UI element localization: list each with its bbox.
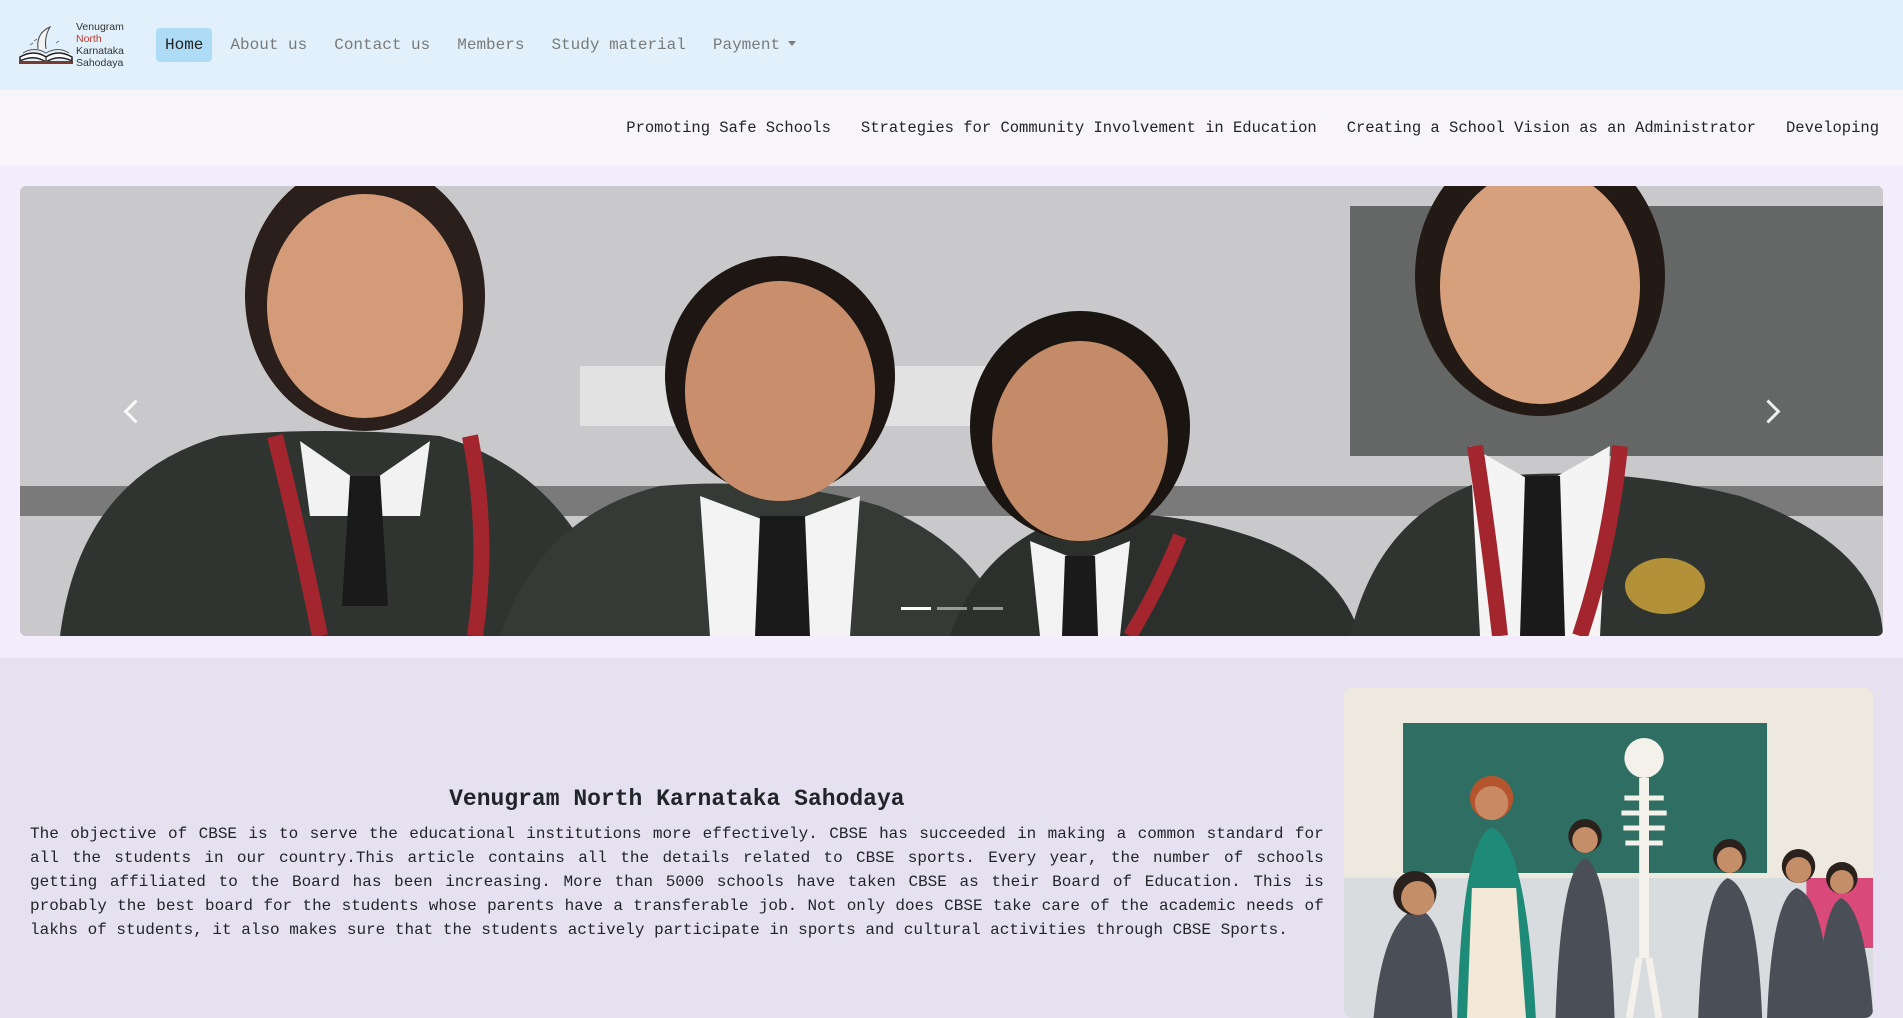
classroom-photo-placeholder <box>1343 688 1873 1018</box>
brand-line-2: North <box>76 33 102 45</box>
page-title: Venugram North Karnataka Sahodaya <box>449 786 905 812</box>
nav-study-material[interactable]: Study material <box>542 28 694 62</box>
secondary-navbar: Promoting Safe Schools Strategies for Co… <box>0 90 1903 166</box>
hero-section <box>0 166 1903 658</box>
brand-line-1: Venugram <box>76 21 124 33</box>
nav-members[interactable]: Members <box>448 28 533 62</box>
carousel-slide-students-photo <box>20 186 1883 636</box>
main-content: Venugram North Karnataka Sahodaya The ob… <box>0 658 1903 1018</box>
nav-home[interactable]: Home <box>156 28 213 62</box>
classroom-photo <box>1343 688 1873 1018</box>
top-navbar: Venugram North Karnataka Sahodaya Home A… <box>0 0 1903 90</box>
students-photo-placeholder <box>20 186 1883 636</box>
chevron-left-icon <box>122 398 148 424</box>
carousel-indicator-2[interactable] <box>936 607 967 610</box>
brand-line-3: Karnataka <box>76 45 124 57</box>
subnav-promoting-safe-schools[interactable]: Promoting Safe Schools <box>626 119 831 137</box>
carousel-prev-button[interactable] <box>20 186 250 636</box>
carousel-indicators <box>900 607 1003 610</box>
carousel-indicator-1[interactable] <box>900 607 931 610</box>
nav-payment-dropdown[interactable]: Payment <box>704 28 805 62</box>
book-icon <box>19 25 73 64</box>
brand-line-4: Sahodaya <box>76 57 124 69</box>
nav-contact-us[interactable]: Contact us <box>325 28 439 62</box>
brand-name: Venugram North Karnataka Sahodaya <box>76 21 124 69</box>
carousel-next-button[interactable] <box>1653 186 1883 636</box>
carousel-indicator-3[interactable] <box>972 607 1003 610</box>
brand-logo[interactable]: Venugram North Karnataka Sahodaya <box>16 21 126 69</box>
subnav-developing[interactable]: Developing <box>1786 119 1879 137</box>
caret-down-icon <box>788 41 797 46</box>
subnav-school-vision[interactable]: Creating a School Vision as an Administr… <box>1347 119 1756 137</box>
image-carousel <box>20 186 1883 636</box>
subnav-community-involvement[interactable]: Strategies for Community Involvement in … <box>861 119 1317 137</box>
intro-paragraph: The objective of CBSE is to serve the ed… <box>30 825 1324 939</box>
nav-payment-label: Payment <box>712 36 781 54</box>
chevron-right-icon <box>1755 398 1781 424</box>
intro-text-column: Venugram North Karnataka Sahodaya The ob… <box>30 688 1324 1018</box>
nav-about-us[interactable]: About us <box>221 28 316 62</box>
